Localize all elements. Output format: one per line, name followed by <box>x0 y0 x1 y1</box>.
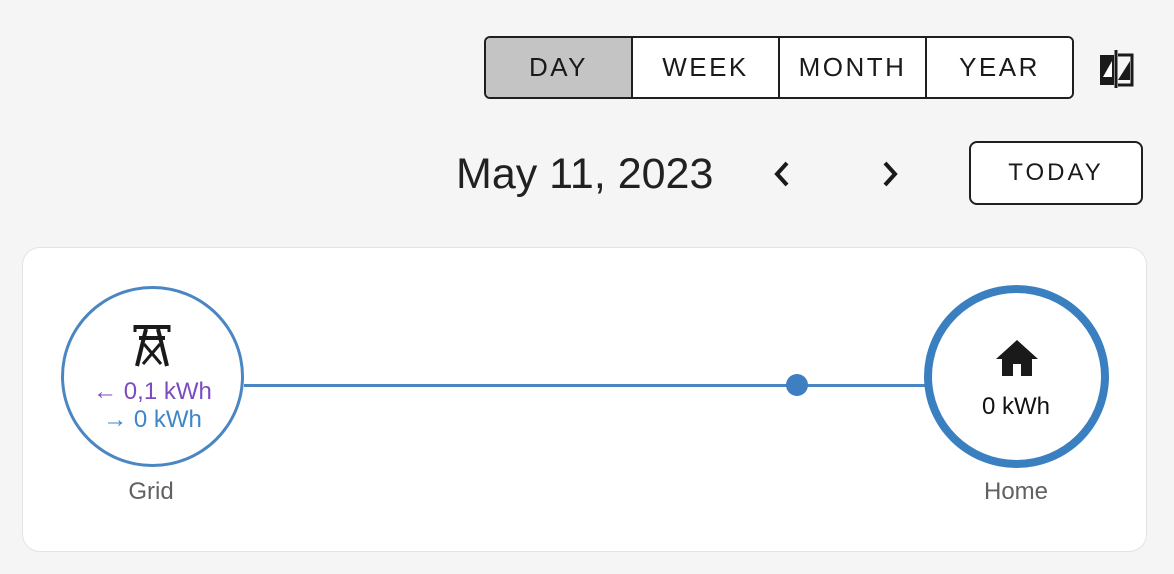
home-icon <box>996 340 1038 376</box>
period-year-button[interactable]: YEAR <box>927 38 1072 97</box>
grid-to-home-flow-line <box>244 384 930 387</box>
next-period-button[interactable] <box>868 150 912 198</box>
period-selector: DAY WEEK MONTH YEAR <box>484 36 1074 99</box>
grid-export-value: → 0 kWh <box>103 406 202 433</box>
period-month-button[interactable]: MONTH <box>780 38 927 97</box>
period-week-button[interactable]: WEEK <box>633 38 780 97</box>
period-day-button[interactable]: DAY <box>486 38 633 97</box>
today-button[interactable]: TODAY <box>969 141 1143 205</box>
flow-dot <box>786 374 808 396</box>
transmission-tower-icon <box>133 325 171 367</box>
home-label: Home <box>983 478 1049 505</box>
chevron-left-icon <box>774 161 789 187</box>
grid-node[interactable] <box>61 286 244 467</box>
grid-label: Grid <box>128 478 174 505</box>
compare-icon[interactable] <box>1097 47 1135 89</box>
grid-import-value: ← 0,1 kWh <box>93 378 212 405</box>
previous-period-button[interactable] <box>760 150 804 198</box>
chevron-right-icon <box>883 161 898 187</box>
date-label: May 11, 2023 <box>456 150 714 198</box>
home-consumption-value: 0 kWh <box>981 393 1050 420</box>
